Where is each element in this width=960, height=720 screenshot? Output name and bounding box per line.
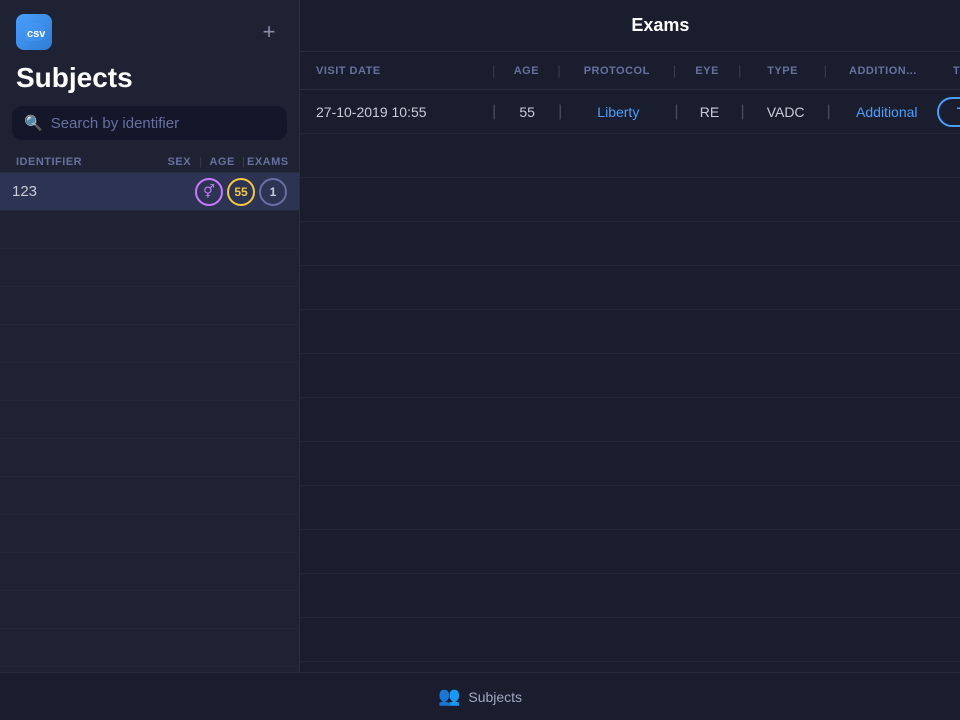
sex-icon: ⚥ [203,184,215,200]
svg-text:csv: csv [27,28,45,40]
tab-bar: 👥 Subjects [0,672,960,720]
th-type: TYPE [748,65,818,77]
empty-exam-row [300,442,960,486]
age-badge: 55 [227,178,255,206]
exam-protocol: Liberty [568,104,668,120]
empty-row [0,401,299,439]
exam-age: 55 [502,104,552,120]
empty-exam-row [300,354,960,398]
subjects-table-headers: IDENTIFIER SEX | AGE | EXAMS [0,152,299,173]
subjects-tab-icon: 👥 [438,686,460,707]
empty-row [0,325,299,363]
empty-exam-row [300,486,960,530]
subject-row[interactable]: 123 ⚥ 55 1 [0,173,299,211]
th-visit-date: VISIT DATE [316,65,486,77]
search-icon: 🔍 [24,114,43,132]
th-age: AGE [204,156,240,168]
subjects-title: Subjects [0,58,299,106]
exam-row[interactable]: 27-10-2019 10:55 | 55 | Liberty | RE | V… [300,90,960,134]
empty-row [0,249,299,287]
left-header: csv + [0,0,299,58]
empty-exam-row [300,398,960,442]
search-input[interactable] [51,115,275,132]
subject-identifier: 123 [12,183,195,200]
app-logo: csv [16,14,52,50]
sex-badge: ⚥ [195,178,223,206]
exam-test-button[interactable]: Test [937,97,960,127]
empty-exam-row [300,530,960,574]
empty-row [0,553,299,591]
empty-exam-row [300,662,960,672]
th-test: TEST [933,65,960,77]
empty-exam-row [300,618,960,662]
search-bar: 🔍 [12,106,287,140]
th-eye: EYE [682,65,732,77]
empty-row [0,591,299,629]
th-exams: EXAMS [247,156,283,168]
add-subject-button[interactable]: + [255,18,283,46]
left-panel: csv + Subjects 🔍 IDENTIFIER SEX | AGE | … [0,0,300,672]
exams-table-header: VISIT DATE | AGE | PROTOCOL | EYE | TYPE… [300,52,960,90]
right-header: Exams + [300,0,960,52]
empty-row [0,515,299,553]
empty-row [0,439,299,477]
empty-row [0,363,299,401]
exam-additional: Additional [837,104,937,120]
empty-exam-row [300,574,960,618]
empty-row [0,629,299,667]
empty-exam-row [300,266,960,310]
subjects-tab-label[interactable]: Subjects [468,689,522,705]
exams-content: 27-10-2019 10:55 | 55 | Liberty | RE | V… [300,90,960,672]
empty-exam-row [300,134,960,178]
exam-visit-date: 27-10-2019 10:55 [316,104,486,120]
th-additional: ADDITION... [833,65,933,77]
right-panel: Exams + VISIT DATE | AGE | PROTOCOL | EY… [300,0,960,672]
empty-row [0,211,299,249]
empty-exam-row [300,222,960,266]
empty-row [0,477,299,515]
th-exam-age: AGE [501,65,551,77]
exams-count-badge: 1 [259,178,287,206]
exam-type: VADC [751,104,821,120]
th-protocol: PROTOCOL [567,65,667,77]
th-identifier: IDENTIFIER [16,156,161,168]
empty-exam-row [300,310,960,354]
exam-eye: RE [684,104,734,120]
subjects-list: 123 ⚥ 55 1 [0,173,299,672]
empty-row [0,287,299,325]
th-sex: SEX [161,156,197,168]
exams-title: Exams [631,15,689,36]
empty-exam-row [300,178,960,222]
